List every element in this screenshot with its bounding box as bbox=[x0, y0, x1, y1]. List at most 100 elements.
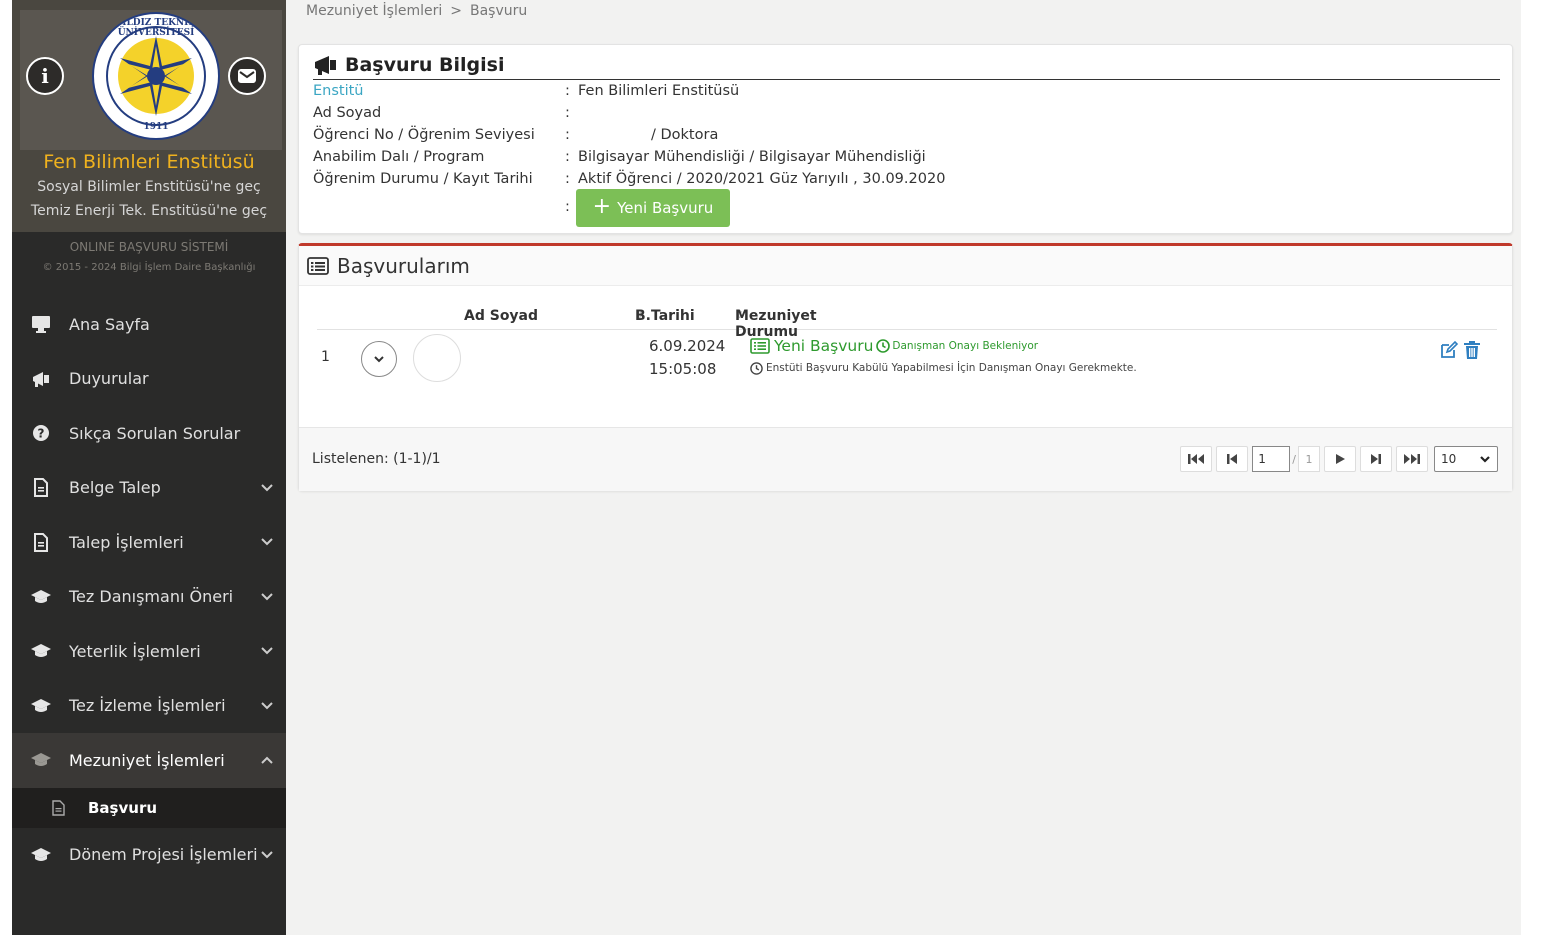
clock-icon bbox=[876, 339, 891, 353]
sidebar-item-label: Belge Talep bbox=[69, 478, 161, 498]
chevron-down-icon bbox=[374, 356, 384, 363]
system-name: ONLINE BAŞVURU SİSTEMİ bbox=[69, 240, 229, 254]
prev-page-button[interactable] bbox=[1216, 446, 1249, 472]
status-title: Yeni Başvuru bbox=[774, 337, 874, 355]
last-page-button[interactable] bbox=[1360, 446, 1392, 472]
page-number-input[interactable]: 1 bbox=[1252, 446, 1291, 472]
info-icon: i bbox=[41, 64, 49, 88]
page-size-select[interactable]: 10 bbox=[1434, 446, 1498, 472]
pagination: 1 / 1 10 bbox=[1180, 446, 1498, 472]
graduation-cap-icon bbox=[30, 695, 52, 717]
sidebar-item-talep-islemleri[interactable]: Talep İşlemleri bbox=[12, 515, 286, 570]
fast-backward-icon bbox=[1188, 454, 1205, 464]
application-date: 6.09.2024 15:05:08 bbox=[649, 337, 726, 378]
bullhorn-icon bbox=[315, 56, 336, 75]
seal-year: 1911 bbox=[143, 122, 169, 132]
step-forward-icon bbox=[1371, 454, 1381, 464]
listed-count: Listelenen: (1-1)/1 bbox=[312, 451, 441, 467]
mail-button[interactable] bbox=[228, 57, 266, 95]
sidebar-item-yeterlik-islemleri[interactable]: Yeterlik İşlemleri bbox=[12, 624, 286, 679]
clock-icon bbox=[750, 361, 763, 375]
info-row-status-date: Öğrenim Durumu / Kayıt Tarihi : Aktif Öğ… bbox=[313, 171, 946, 187]
chevron-down-icon bbox=[1480, 456, 1490, 463]
chevron-down-icon bbox=[261, 647, 273, 655]
info-row-institute: Enstitü : Fen Bilimleri Enstitüsü bbox=[313, 83, 740, 99]
graduation-cap-icon bbox=[30, 844, 52, 866]
table-footer: Listelenen: (1-1)/1 1 / 1 10 bbox=[299, 427, 1512, 491]
my-applications-panel: Başvurularım Ad Soyad ⇕ B.Tarihi ⇕ Mezuniy… bbox=[298, 243, 1513, 491]
sidebar-item-tez-danismani-oneri[interactable]: Tez Danışmanı Öneri bbox=[12, 570, 286, 625]
new-application-button[interactable]: + Yeni Başvuru bbox=[576, 189, 730, 227]
graduation-cap-icon bbox=[30, 749, 52, 771]
sidebar-item-sss[interactable]: ? Sıkça Sorulan Sorular bbox=[12, 406, 286, 461]
bullhorn-icon bbox=[30, 368, 52, 390]
sidebar-menu: Ana Sayfa Duyurular ? Sıkça Sorulan Soru… bbox=[12, 297, 286, 882]
avatar bbox=[413, 334, 461, 382]
desktop-icon bbox=[30, 313, 52, 335]
sidebar-item-label: Talep İşlemleri bbox=[69, 532, 184, 552]
breadcrumb: Mezuniyet İşlemleri > Başvuru bbox=[306, 3, 527, 19]
svg-text:?: ? bbox=[38, 427, 45, 441]
fast-forward-icon bbox=[1404, 454, 1420, 464]
sidebar-item-label: Sıkça Sorulan Sorular bbox=[69, 423, 241, 443]
sidebar-item-mezuniyet-islemleri[interactable]: Mezuniyet İşlemleri bbox=[12, 733, 286, 788]
main-content: Mezuniyet İşlemleri > Başvuru Başvuru Bilg… bbox=[286, 0, 1521, 935]
page-slash: / bbox=[1292, 452, 1296, 466]
row-expand-button[interactable] bbox=[361, 341, 397, 377]
sidebar-item-label: Duyurular bbox=[69, 369, 149, 389]
envelope-icon bbox=[238, 69, 256, 83]
next-page-button[interactable] bbox=[1324, 446, 1356, 472]
breadcrumb-item-basvuru[interactable]: Başvuru bbox=[470, 3, 527, 19]
sidebar: YILDIZ TEKNİK ÜNİVERSİTESİ 1911 i Fen Bi… bbox=[12, 0, 286, 935]
sidebar-item-label: Yeterlik İşlemleri bbox=[69, 641, 201, 661]
info-row-student-level: Öğrenci No / Öğrenim Seviyesi : / Doktor… bbox=[313, 127, 719, 143]
switch-social-sciences-link[interactable]: Sosyal Bilimler Enstitüsü'ne geç bbox=[12, 179, 286, 195]
info-button[interactable]: i bbox=[26, 57, 64, 95]
fast-forward-button[interactable] bbox=[1396, 446, 1428, 472]
trash-icon[interactable] bbox=[1463, 340, 1481, 360]
switch-clean-energy-link[interactable]: Temiz Enerji Tek. Enstitüsü'ne geç bbox=[12, 203, 286, 219]
info-row-department: Anabilim Dalı / Program : Bilgisayar Müh… bbox=[313, 149, 926, 165]
table-header: Ad Soyad ⇕ B.Tarihi ⇕ Mezuniyet Durumu bbox=[317, 308, 1497, 340]
edit-icon[interactable] bbox=[1439, 340, 1459, 360]
chevron-down-icon bbox=[261, 593, 273, 601]
button-row-colon: : bbox=[565, 199, 570, 215]
first-page-button[interactable] bbox=[1180, 446, 1213, 472]
play-icon bbox=[1336, 454, 1345, 464]
total-pages: 1 bbox=[1298, 446, 1320, 472]
chevron-up-icon bbox=[261, 756, 273, 764]
graduation-status: Yeni Başvuru Danışman Onayı Bekleniyor E… bbox=[750, 335, 1137, 379]
sidebar-subitem-basvuru[interactable]: Başvuru bbox=[12, 787, 286, 828]
sidebar-item-label: Ana Sayfa bbox=[69, 314, 150, 334]
sidebar-item-label: Mezuniyet İşlemleri bbox=[69, 750, 225, 770]
panel-title: Başvurularım bbox=[299, 246, 1512, 286]
status-detail: Enstüti Başvuru Kabülü Yapabilmesi İçin … bbox=[766, 362, 1137, 374]
status-note: Danışman Onayı Bekleniyor bbox=[892, 340, 1039, 352]
right-margin bbox=[1521, 0, 1543, 935]
application-info-panel: Başvuru Bilgisi Enstitü : Fen Bilimleri … bbox=[298, 44, 1513, 234]
breadcrumb-separator: > bbox=[450, 3, 462, 19]
sidebar-item-ana-sayfa[interactable]: Ana Sayfa bbox=[12, 297, 286, 352]
sidebar-item-belge-talep[interactable]: Belge Talep bbox=[12, 461, 286, 516]
sidebar-item-label: Tez Danışmanı Öneri bbox=[69, 587, 234, 607]
star-emblem-icon bbox=[118, 36, 194, 116]
row-actions bbox=[1439, 340, 1481, 360]
breadcrumb-item-mezuniyet[interactable]: Mezuniyet İşlemleri bbox=[306, 3, 442, 19]
file-icon bbox=[30, 477, 52, 499]
panel-title: Başvuru Bilgisi bbox=[313, 53, 1500, 80]
chevron-down-icon bbox=[261, 851, 273, 859]
chevron-down-icon bbox=[261, 538, 273, 546]
university-seal-logo[interactable]: YILDIZ TEKNİK ÜNİVERSİTESİ 1911 bbox=[92, 12, 220, 140]
sidebar-item-duyurular[interactable]: Duyurular bbox=[12, 352, 286, 407]
copyright-text: © 2015 - 2024 Bilgi İşlem Daire Başkanlı… bbox=[42, 262, 256, 273]
step-backward-icon bbox=[1227, 454, 1238, 464]
plus-icon: + bbox=[592, 194, 612, 219]
column-header-name[interactable]: Ad Soyad bbox=[464, 308, 538, 324]
list-alt-icon bbox=[750, 338, 770, 354]
graduation-cap-icon bbox=[30, 640, 52, 662]
list-alt-icon bbox=[307, 256, 329, 275]
sidebar-item-tez-izleme-islemleri[interactable]: Tez İzleme İşlemleri bbox=[12, 679, 286, 734]
chevron-down-icon bbox=[261, 484, 273, 492]
info-row-name: Ad Soyad : bbox=[313, 105, 570, 121]
sidebar-item-donem-projesi-islemleri[interactable]: Dönem Projesi İşlemleri bbox=[12, 828, 286, 883]
